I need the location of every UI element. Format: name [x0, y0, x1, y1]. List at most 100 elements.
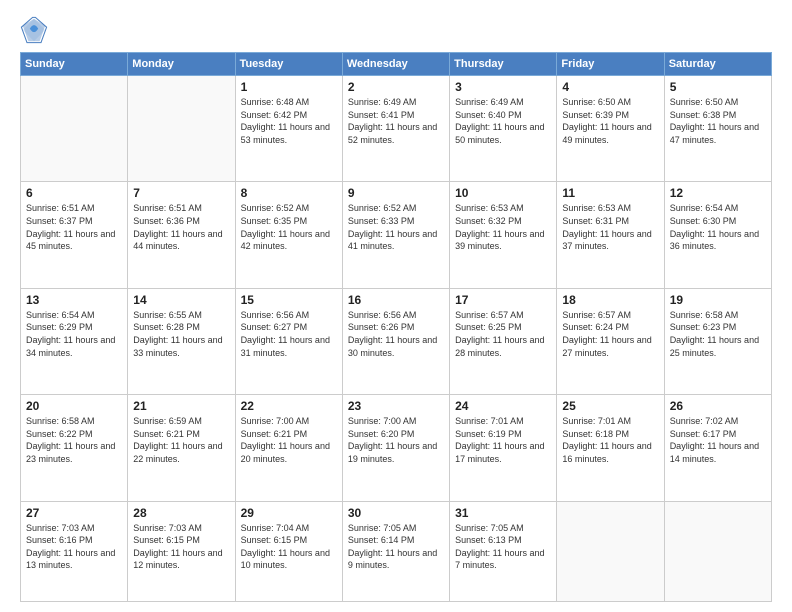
- weekday-header-monday: Monday: [128, 53, 235, 76]
- calendar-cell: 12 Sunrise: 6:54 AM Sunset: 6:30 PM Dayli…: [664, 182, 771, 288]
- calendar-cell: 2 Sunrise: 6:49 AM Sunset: 6:41 PM Daylig…: [342, 76, 449, 182]
- day-detail: Sunrise: 6:51 AM Sunset: 6:37 PM Dayligh…: [26, 202, 122, 252]
- calendar-cell: 24 Sunrise: 7:01 AM Sunset: 6:19 PM Dayli…: [450, 395, 557, 501]
- day-detail: Sunrise: 7:04 AM Sunset: 6:15 PM Dayligh…: [241, 522, 337, 572]
- day-number: 11: [562, 186, 658, 200]
- day-number: 5: [670, 80, 766, 94]
- calendar-cell: [664, 501, 771, 601]
- day-number: 14: [133, 293, 229, 307]
- day-number: 7: [133, 186, 229, 200]
- calendar-cell: 4Sunrise: 6:50 AM Sunset: 6:39 PM Daylig…: [557, 76, 664, 182]
- day-number: 21: [133, 399, 229, 413]
- day-detail: Sunrise: 7:05 AM Sunset: 6:13 PM Dayligh…: [455, 522, 551, 572]
- day-detail: Sunrise: 6:58 AM Sunset: 6:23 PM Dayligh…: [670, 309, 766, 359]
- day-detail: Sunrise: 7:03 AM Sunset: 6:16 PM Dayligh…: [26, 522, 122, 572]
- calendar-cell: 17 Sunrise: 6:57 AM Sunset: 6:25 PM Dayli…: [450, 288, 557, 394]
- day-detail: Sunrise: 6:53 AM Sunset: 6:32 PM Dayligh…: [455, 202, 551, 252]
- header: [20, 16, 772, 44]
- day-detail: Sunrise: 7:00 AM Sunset: 6:20 PM Dayligh…: [348, 415, 444, 465]
- day-detail: Sunrise: 6:53 AM Sunset: 6:31 PM Dayligh…: [562, 202, 658, 252]
- day-detail: Sunrise: 6:49 AM Sunset: 6:41 PM Dayligh…: [348, 96, 444, 146]
- calendar-week-row: 13Sunrise: 6:54 AM Sunset: 6:29 PM Dayli…: [21, 288, 772, 394]
- day-detail: Sunrise: 7:02 AM Sunset: 6:17 PM Dayligh…: [670, 415, 766, 465]
- calendar-cell: 25 Sunrise: 7:01 AM Sunset: 6:18 PM Dayli…: [557, 395, 664, 501]
- day-detail: Sunrise: 6:54 AM Sunset: 6:30 PM Dayligh…: [670, 202, 766, 252]
- day-number: 18: [562, 293, 658, 307]
- calendar-cell: 8 Sunrise: 6:52 AM Sunset: 6:35 PM Daylig…: [235, 182, 342, 288]
- day-number: 23: [348, 399, 444, 413]
- day-number: 6: [26, 186, 122, 200]
- calendar-cell: 27 Sunrise: 7:03 AM Sunset: 6:16 PM Dayli…: [21, 501, 128, 601]
- day-number: 16: [348, 293, 444, 307]
- weekday-header-saturday: Saturday: [664, 53, 771, 76]
- day-number: 30: [348, 506, 444, 520]
- calendar-cell: 26 Sunrise: 7:02 AM Sunset: 6:17 PM Dayli…: [664, 395, 771, 501]
- calendar-cell: 6 Sunrise: 6:51 AM Sunset: 6:37 PM Daylig…: [21, 182, 128, 288]
- calendar-cell: [21, 76, 128, 182]
- calendar-cell: 28Sunrise: 7:03 AM Sunset: 6:15 PM Dayli…: [128, 501, 235, 601]
- calendar-cell: 5 Sunrise: 6:50 AM Sunset: 6:38 PM Daylig…: [664, 76, 771, 182]
- day-number: 8: [241, 186, 337, 200]
- day-detail: Sunrise: 6:50 AM Sunset: 6:38 PM Dayligh…: [670, 96, 766, 146]
- calendar-table: SundayMondayTuesdayWednesdayThursdayFrid…: [20, 52, 772, 602]
- day-detail: Sunrise: 6:56 AM Sunset: 6:26 PM Dayligh…: [348, 309, 444, 359]
- day-detail: Sunrise: 7:01 AM Sunset: 6:18 PM Dayligh…: [562, 415, 658, 465]
- weekday-header-friday: Friday: [557, 53, 664, 76]
- day-detail: Sunrise: 6:49 AM Sunset: 6:40 PM Dayligh…: [455, 96, 551, 146]
- day-number: 1: [241, 80, 337, 94]
- day-detail: Sunrise: 6:50 AM Sunset: 6:39 PM Dayligh…: [562, 96, 658, 146]
- calendar-cell: 15Sunrise: 6:56 AM Sunset: 6:27 PM Dayli…: [235, 288, 342, 394]
- day-number: 20: [26, 399, 122, 413]
- day-detail: Sunrise: 7:05 AM Sunset: 6:14 PM Dayligh…: [348, 522, 444, 572]
- day-number: 25: [562, 399, 658, 413]
- calendar-cell: 11 Sunrise: 6:53 AM Sunset: 6:31 PM Dayli…: [557, 182, 664, 288]
- calendar-cell: 14 Sunrise: 6:55 AM Sunset: 6:28 PM Dayli…: [128, 288, 235, 394]
- day-detail: Sunrise: 6:48 AM Sunset: 6:42 PM Dayligh…: [241, 96, 337, 146]
- day-number: 17: [455, 293, 551, 307]
- day-detail: Sunrise: 6:58 AM Sunset: 6:22 PM Dayligh…: [26, 415, 122, 465]
- day-detail: Sunrise: 6:52 AM Sunset: 6:35 PM Dayligh…: [241, 202, 337, 252]
- calendar-cell: 31 Sunrise: 7:05 AM Sunset: 6:13 PM Dayli…: [450, 501, 557, 601]
- calendar-cell: 9Sunrise: 6:52 AM Sunset: 6:33 PM Daylig…: [342, 182, 449, 288]
- day-detail: Sunrise: 6:59 AM Sunset: 6:21 PM Dayligh…: [133, 415, 229, 465]
- calendar-cell: 30 Sunrise: 7:05 AM Sunset: 6:14 PM Dayli…: [342, 501, 449, 601]
- calendar-cell: 3 Sunrise: 6:49 AM Sunset: 6:40 PM Daylig…: [450, 76, 557, 182]
- weekday-header-tuesday: Tuesday: [235, 53, 342, 76]
- calendar-cell: 20 Sunrise: 6:58 AM Sunset: 6:22 PM Dayli…: [21, 395, 128, 501]
- calendar-cell: [128, 76, 235, 182]
- calendar-week-row: 20 Sunrise: 6:58 AM Sunset: 6:22 PM Dayli…: [21, 395, 772, 501]
- day-detail: Sunrise: 7:01 AM Sunset: 6:19 PM Dayligh…: [455, 415, 551, 465]
- day-number: 24: [455, 399, 551, 413]
- calendar-cell: 22 Sunrise: 7:00 AM Sunset: 6:21 PM Dayli…: [235, 395, 342, 501]
- weekday-header-row: SundayMondayTuesdayWednesdayThursdayFrid…: [21, 53, 772, 76]
- day-detail: Sunrise: 6:56 AM Sunset: 6:27 PM Dayligh…: [241, 309, 337, 359]
- day-number: 26: [670, 399, 766, 413]
- day-detail: Sunrise: 6:57 AM Sunset: 6:25 PM Dayligh…: [455, 309, 551, 359]
- day-detail: Sunrise: 7:00 AM Sunset: 6:21 PM Dayligh…: [241, 415, 337, 465]
- calendar-week-row: 1 Sunrise: 6:48 AM Sunset: 6:42 PM Daylig…: [21, 76, 772, 182]
- day-detail: Sunrise: 6:54 AM Sunset: 6:29 PM Dayligh…: [26, 309, 122, 359]
- calendar-cell: 1 Sunrise: 6:48 AM Sunset: 6:42 PM Daylig…: [235, 76, 342, 182]
- calendar-cell: 21 Sunrise: 6:59 AM Sunset: 6:21 PM Dayli…: [128, 395, 235, 501]
- day-number: 27: [26, 506, 122, 520]
- day-number: 22: [241, 399, 337, 413]
- calendar-cell: 16 Sunrise: 6:56 AM Sunset: 6:26 PM Dayli…: [342, 288, 449, 394]
- calendar-cell: 7 Sunrise: 6:51 AM Sunset: 6:36 PM Daylig…: [128, 182, 235, 288]
- day-number: 31: [455, 506, 551, 520]
- day-number: 2: [348, 80, 444, 94]
- day-number: 3: [455, 80, 551, 94]
- weekday-header-thursday: Thursday: [450, 53, 557, 76]
- logo-icon: [20, 16, 48, 44]
- day-number: 9: [348, 186, 444, 200]
- calendar-cell: [557, 501, 664, 601]
- day-detail: Sunrise: 6:51 AM Sunset: 6:36 PM Dayligh…: [133, 202, 229, 252]
- day-number: 19: [670, 293, 766, 307]
- logo: [20, 16, 52, 44]
- calendar-cell: 23 Sunrise: 7:00 AM Sunset: 6:20 PM Dayli…: [342, 395, 449, 501]
- day-number: 29: [241, 506, 337, 520]
- calendar-cell: 10Sunrise: 6:53 AM Sunset: 6:32 PM Dayli…: [450, 182, 557, 288]
- day-number: 12: [670, 186, 766, 200]
- day-detail: Sunrise: 6:55 AM Sunset: 6:28 PM Dayligh…: [133, 309, 229, 359]
- weekday-header-wednesday: Wednesday: [342, 53, 449, 76]
- calendar-cell: 13Sunrise: 6:54 AM Sunset: 6:29 PM Dayli…: [21, 288, 128, 394]
